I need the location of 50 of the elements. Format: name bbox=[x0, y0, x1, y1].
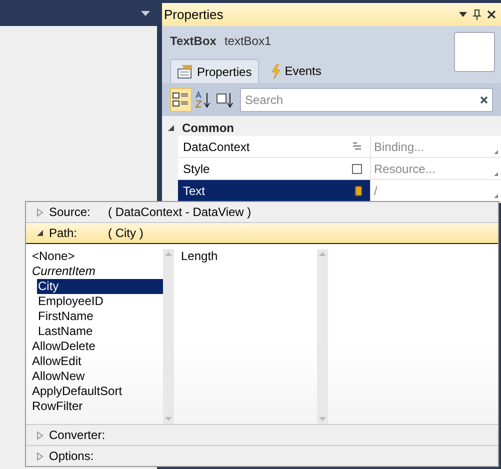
view-button[interactable] bbox=[170, 88, 192, 112]
section-label[interactable]: Converter: bbox=[49, 426, 106, 444]
section-value: ( DataContext - DataView ) bbox=[108, 204, 252, 221]
section-value: ( City ) bbox=[108, 225, 144, 242]
dropdown-arrow-icon[interactable] bbox=[459, 12, 467, 17]
section-label[interactable]: Options: bbox=[49, 447, 94, 465]
property-value-field[interactable]: Resource... bbox=[370, 158, 501, 179]
section-label[interactable]: Path: bbox=[49, 224, 103, 242]
alphabetical-sort-icon bbox=[193, 90, 213, 110]
panel-tab[interactable]: Events bbox=[264, 59, 328, 83]
lightning-icon bbox=[270, 64, 281, 78]
path-list-item[interactable]: AllowNew bbox=[31, 369, 86, 384]
search-field[interactable]: Search bbox=[240, 88, 493, 112]
section-label[interactable]: Source: bbox=[49, 203, 103, 221]
element-name: textBox1 bbox=[224, 33, 272, 50]
categorized-view-icon bbox=[171, 90, 191, 110]
property-name-cell[interactable]: DataContext bbox=[178, 136, 370, 157]
resize-grip-icon bbox=[494, 194, 498, 198]
category-header: Common bbox=[182, 120, 234, 137]
path-list-item[interactable]: City bbox=[37, 279, 163, 294]
close-icon[interactable] bbox=[487, 10, 496, 19]
panel-title: Properties bbox=[164, 6, 224, 24]
binding-marker-icon[interactable] bbox=[352, 142, 362, 151]
path-list-item[interactable]: FirstName bbox=[37, 309, 94, 324]
local-value-marker-icon[interactable] bbox=[355, 186, 362, 196]
element-preview bbox=[454, 32, 495, 72]
resize-grip-icon bbox=[494, 172, 498, 176]
expanded-triangle-icon[interactable] bbox=[167, 124, 175, 132]
dropdown-arrow-icon[interactable] bbox=[141, 10, 150, 16]
property-name-cell[interactable]: Style bbox=[178, 158, 370, 179]
path-list-item[interactable]: RowFilter bbox=[31, 399, 84, 414]
resource-marker-icon[interactable] bbox=[352, 164, 362, 174]
panel-tab[interactable]: Properties bbox=[170, 59, 259, 83]
resize-grip-icon bbox=[494, 150, 498, 154]
clear-icon[interactable] bbox=[480, 96, 488, 104]
path-list-item[interactable]: EmployeeID bbox=[37, 294, 104, 309]
path-list-item[interactable]: <None> bbox=[31, 249, 76, 264]
path-list-item[interactable]: LastName bbox=[37, 324, 94, 339]
path-list-item[interactable]: AllowDelete bbox=[31, 339, 96, 354]
properties-tab-icon bbox=[177, 64, 193, 78]
path-list-item[interactable]: AllowEdit bbox=[31, 354, 82, 369]
property-value-field[interactable]: Binding... bbox=[370, 136, 501, 157]
path-list-item[interactable]: CurrentItem bbox=[31, 264, 96, 279]
expanded-triangle-icon[interactable] bbox=[36, 229, 44, 237]
path-list-item[interactable]: ApplyDefaultSort bbox=[31, 384, 124, 399]
member-list-item[interactable]: Length bbox=[181, 249, 317, 264]
element-type: TextBox bbox=[170, 33, 216, 50]
property-name-cell[interactable]: Text bbox=[178, 180, 370, 201]
property-value-field[interactable]: / bbox=[370, 180, 501, 201]
pin-icon[interactable] bbox=[473, 9, 481, 20]
